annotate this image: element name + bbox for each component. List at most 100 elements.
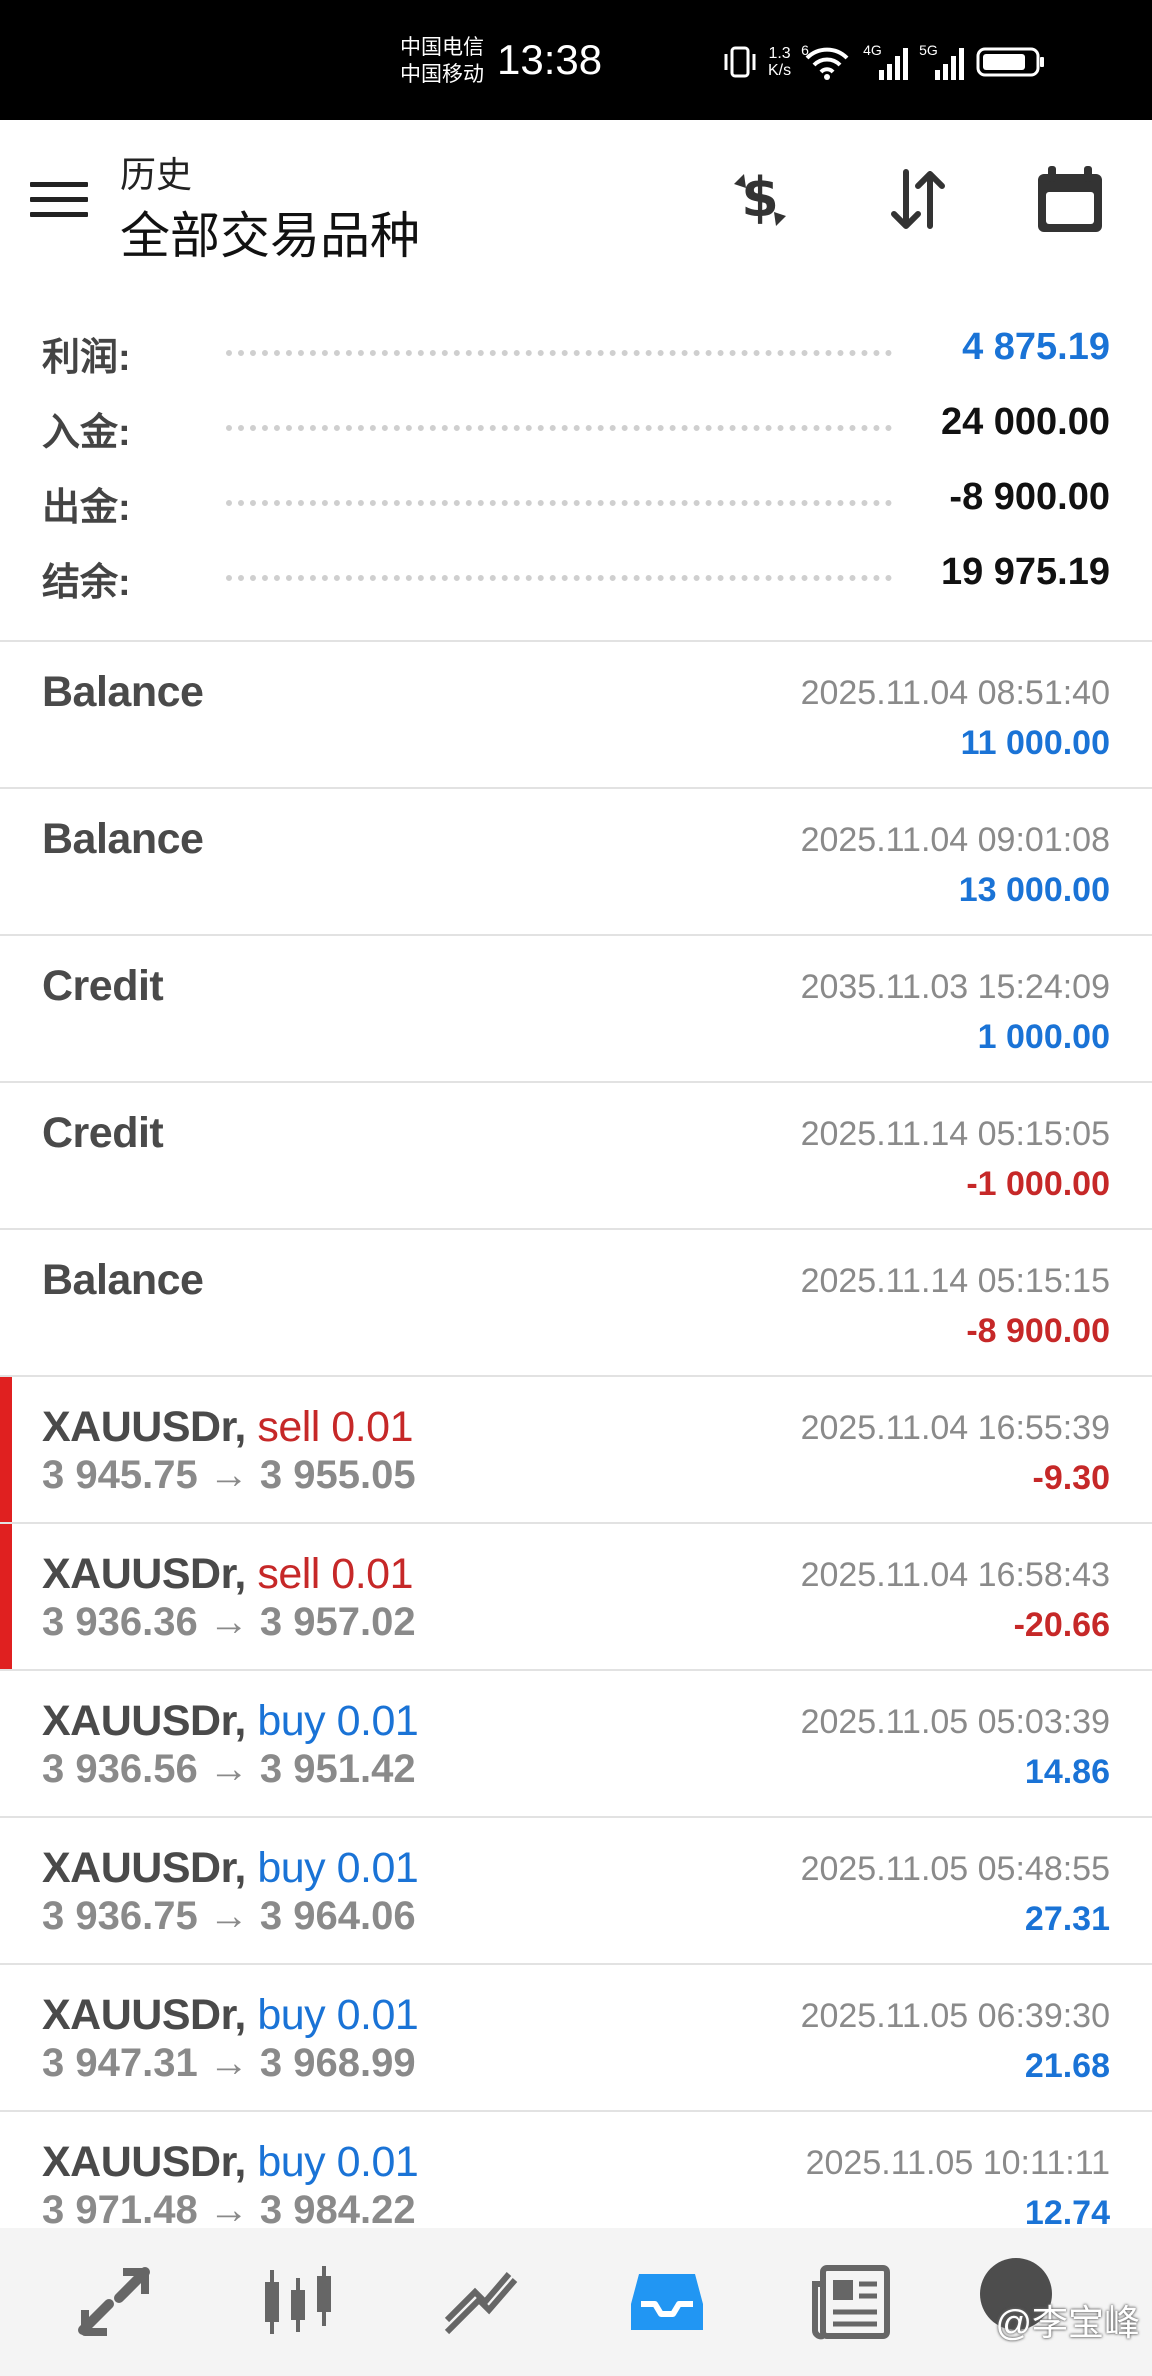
nav-chart[interactable] [252, 2260, 342, 2344]
operation-amount: -8 900.00 [966, 1312, 1110, 1350]
trade-time: 2025.11.05 06:39:30 [800, 1997, 1110, 2035]
operation-label: Credit [42, 962, 164, 1010]
trade-symbol: XAUUSDr, [42, 1697, 246, 1745]
nav-news[interactable] [806, 2260, 896, 2344]
news-icon [812, 2265, 890, 2340]
trade-time: 2025.11.04 16:55:39 [800, 1409, 1110, 1447]
summary-value: 4 875.19 [962, 326, 1110, 368]
summary-label: 出金: [42, 487, 131, 529]
operation-label: Credit [42, 1109, 164, 1157]
sort-icon[interactable] [878, 160, 958, 240]
dot-leader [226, 500, 892, 506]
summary-balance-row: 结余: 19 975.19 [0, 545, 1152, 620]
trade-row[interactable]: XAUUSDr, buy 0.01 3 936.56 → 3 951.42 20… [0, 1669, 1152, 1816]
operation-label: Balance [42, 1256, 204, 1304]
trade-icon [444, 2272, 518, 2335]
trade-time: 2025.11.04 16:58:43 [800, 1556, 1110, 1594]
carrier-2: 中国移动 [400, 63, 484, 86]
trade-direction: buy 0.01 [257, 1697, 419, 1745]
nav-quotes[interactable] [70, 2260, 160, 2344]
battery-icon [976, 47, 1045, 77]
trade-direction: buy 0.01 [257, 1991, 419, 2039]
signal-5g-icon: 5G [919, 42, 965, 82]
header-title[interactable]: 全部交易品种 [120, 196, 420, 268]
summary-value: 24 000.00 [940, 401, 1110, 443]
trade-direction: sell 0.01 [257, 1403, 414, 1451]
header-subtitle: 历史 [120, 154, 193, 195]
operation-time: 2025.11.04 08:51:40 [800, 674, 1110, 712]
svg-text:$: $ [741, 166, 779, 229]
network-speed: 1.3 K/s [768, 45, 791, 79]
operation-amount: -1 000.00 [966, 1165, 1110, 1203]
history-row[interactable]: Credit 2025.11.14 05:15:05 -1 000.00 [0, 1081, 1152, 1228]
trade-prices: 3 936.75 → 3 964.06 [42, 1894, 416, 1938]
summary-panel: 利润: 4 875.19 入金: 24 000.00 出金: -8 900.00… [0, 320, 1152, 620]
trade-prices: 3 936.36 → 3 957.02 [42, 1600, 416, 1644]
trade-row[interactable]: XAUUSDr, sell 0.01 3 945.75 → 3 955.05 2… [0, 1375, 1152, 1522]
dot-leader [226, 350, 892, 356]
trade-direction: buy 0.01 [257, 1844, 419, 1892]
summary-deposit-row: 入金: 24 000.00 [0, 395, 1152, 470]
history-row[interactable]: Balance 2025.11.04 09:01:08 13 000.00 [0, 787, 1152, 934]
history-row[interactable]: Balance 2025.11.04 08:51:40 11 000.00 [0, 640, 1152, 787]
operation-time: 2035.11.03 15:24:09 [800, 968, 1110, 1006]
trade-symbol: XAUUSDr, [42, 1550, 246, 1598]
trade-prices: 3 971.48 → 3 984.22 [42, 2188, 416, 2232]
summary-value: -8 900.00 [949, 476, 1110, 518]
menu-icon[interactable] [30, 182, 88, 222]
summary-label: 入金: [42, 412, 131, 454]
speed-unit: K/s [768, 62, 792, 79]
clock: 13:38 [497, 36, 603, 83]
summary-label: 利润: [42, 337, 131, 379]
operation-time: 2025.11.14 05:15:15 [800, 1262, 1110, 1300]
loss-marker [0, 1377, 12, 1522]
trade-symbol: XAUUSDr, [42, 2138, 246, 2186]
trade-prices: 3 936.56 → 3 951.42 [42, 1747, 416, 1791]
trade-time: 2025.11.05 05:48:55 [800, 1850, 1110, 1888]
dot-leader [226, 425, 892, 431]
trade-row[interactable]: XAUUSDr, buy 0.01 3 947.31 → 3 968.99 20… [0, 1963, 1152, 2110]
operation-label: Balance [42, 668, 204, 716]
dot-leader [226, 575, 892, 581]
trade-title: XAUUSDr, buy 0.01 [42, 1844, 419, 1893]
operation-time: 2025.11.14 05:15:05 [800, 1115, 1110, 1153]
trade-symbol: XAUUSDr, [42, 1991, 246, 2039]
trade-time: 2025.11.05 05:03:39 [800, 1703, 1110, 1741]
trade-direction: buy 0.01 [257, 2138, 419, 2186]
summary-profit-row: 利润: 4 875.19 [0, 320, 1152, 395]
trade-profit: -20.66 [1013, 1606, 1110, 1644]
carrier-info: 中国电信 中国移动 [400, 34, 484, 88]
trade-profit: 14.86 [1024, 1753, 1110, 1791]
trade-row[interactable]: XAUUSDr, sell 0.01 3 936.36 → 3 957.02 2… [0, 1522, 1152, 1669]
trade-prices: 3 947.31 → 3 968.99 [42, 2041, 416, 2085]
operation-amount: 11 000.00 [960, 724, 1110, 762]
history-row[interactable]: Credit 2035.11.03 15:24:09 1 000.00 [0, 934, 1152, 1081]
trade-symbol: XAUUSDr, [42, 1403, 246, 1451]
nav-history[interactable] [622, 2260, 712, 2344]
operation-amount: 1 000.00 [977, 1018, 1110, 1056]
trade-profit: 21.68 [1024, 2047, 1110, 2085]
currency-exchange-icon[interactable]: $ [720, 160, 800, 240]
app-header: 历史 全部交易品种 $ [0, 120, 1152, 282]
speed-value: 1.3 [768, 45, 791, 62]
bottom-navigation: @李宝峰 [0, 2228, 1152, 2376]
history-row[interactable]: Balance 2025.11.14 05:15:15 -8 900.00 [0, 1228, 1152, 1375]
trade-title: XAUUSDr, sell 0.01 [42, 1403, 414, 1452]
vibrate-icon [724, 46, 756, 78]
mt-history-screen: 中国电信 中国移动 13:38 1.3 K/s 6 4G 5G 历史 全部交易品… [0, 0, 1152, 2376]
operation-label: Balance [42, 815, 204, 863]
wifi-icon: 6 [801, 42, 853, 82]
trade-title: XAUUSDr, buy 0.01 [42, 1991, 419, 2040]
trade-profit: -9.30 [1032, 1459, 1111, 1497]
operation-amount: 13 000.00 [958, 871, 1110, 909]
trade-row[interactable]: XAUUSDr, buy 0.01 3 936.75 → 3 964.06 20… [0, 1816, 1152, 1963]
trade-symbol: XAUUSDr, [42, 1844, 246, 1892]
operation-time: 2025.11.04 09:01:08 [800, 821, 1110, 859]
signal-4g-icon: 4G [863, 42, 909, 82]
trade-profit: 27.31 [1024, 1900, 1110, 1938]
trade-time: 2025.11.05 10:11:11 [805, 2144, 1110, 2182]
nav-trade[interactable] [436, 2260, 526, 2344]
trade-title: XAUUSDr, buy 0.01 [42, 2138, 419, 2187]
calendar-icon[interactable] [1030, 160, 1110, 240]
summary-value: 19 975.19 [940, 551, 1110, 593]
